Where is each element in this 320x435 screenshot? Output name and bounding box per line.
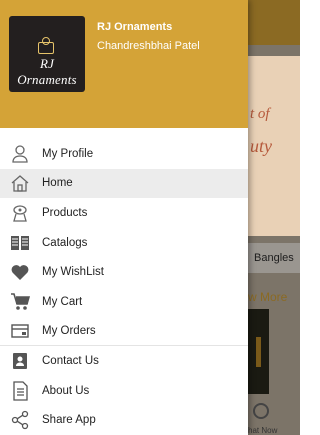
banner-text: t of xyxy=(250,106,270,122)
menu-label: Contact Us xyxy=(42,354,99,367)
store-logo: RJ Ornaments xyxy=(9,16,85,92)
shop-name: RJ Ornaments xyxy=(97,21,173,33)
catalogs-icon xyxy=(10,233,30,253)
orders-icon xyxy=(10,321,30,341)
menu-item-my-cart[interactable]: My Cart xyxy=(0,287,248,317)
drawer-menu: My Profile Home Products Catalogs My Wis… xyxy=(0,139,248,435)
category-tabs: Bangles xyxy=(248,243,300,273)
owner-name: Chandreshbhai Patel xyxy=(97,40,200,52)
menu-item-catalogs[interactable]: Catalogs xyxy=(0,228,248,258)
menu-label: Catalogs xyxy=(42,236,88,249)
home-banner: t of uty xyxy=(248,56,300,236)
menu-spacer xyxy=(0,128,248,139)
menu-item-my-profile[interactable]: My Profile xyxy=(0,139,248,169)
about-icon xyxy=(10,380,30,401)
logo-text: RJ Ornaments xyxy=(17,56,77,87)
drawer-header: RJ Ornaments RJ Ornaments Chandreshbhai … xyxy=(0,0,248,128)
heart-icon xyxy=(10,262,30,282)
menu-label: My WishList xyxy=(42,266,104,279)
menu-label: Products xyxy=(42,206,88,219)
home-icon xyxy=(10,173,30,193)
menu-item-my-wishlist[interactable]: My WishList xyxy=(0,257,248,287)
menu-item-my-orders[interactable]: My Orders xyxy=(0,317,248,347)
navigation-drawer: RJ Ornaments RJ Ornaments Chandreshbhai … xyxy=(0,0,248,435)
contact-icon xyxy=(10,351,30,371)
menu-item-share-app[interactable]: Share App xyxy=(0,405,248,435)
app-toolbar xyxy=(248,0,300,45)
cart-icon xyxy=(10,292,30,312)
menu-item-contact-us[interactable]: Contact Us xyxy=(0,346,248,376)
menu-label: My Cart xyxy=(42,295,83,308)
chat-label: hat Now xyxy=(248,426,278,435)
menu-item-products[interactable]: Products xyxy=(0,198,248,228)
products-icon xyxy=(10,203,30,223)
tab-bangles: Bangles xyxy=(254,252,294,264)
know-more-link: w More xyxy=(248,290,288,304)
camera-icon xyxy=(38,37,54,54)
menu-label: My Orders xyxy=(42,324,96,337)
menu-item-home[interactable]: Home xyxy=(0,168,248,199)
menu-label: About Us xyxy=(42,384,90,397)
share-icon xyxy=(10,410,30,430)
banner-text: uty xyxy=(250,136,272,156)
chat-icon xyxy=(253,403,269,419)
menu-item-about-us[interactable]: About Us xyxy=(0,376,248,406)
menu-label: Home xyxy=(42,177,73,190)
product-image xyxy=(248,309,269,394)
menu-label: Share App xyxy=(42,414,96,427)
profile-icon xyxy=(10,144,30,164)
menu-label: My Profile xyxy=(42,147,94,160)
